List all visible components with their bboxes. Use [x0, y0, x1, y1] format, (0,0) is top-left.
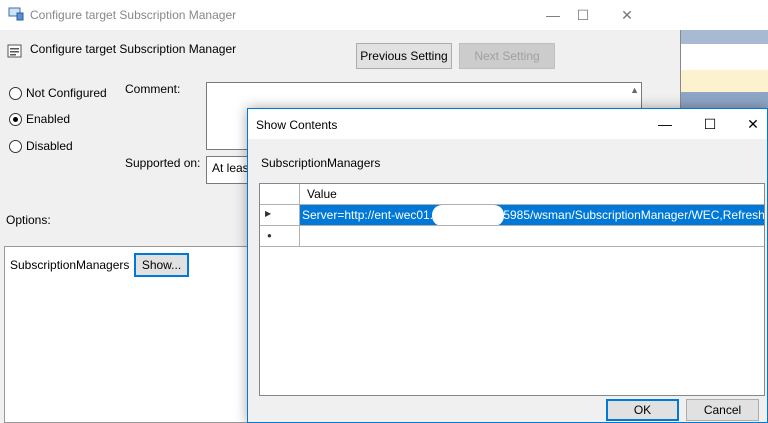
radio-label: Not Configured [26, 86, 107, 100]
setting-icon [7, 44, 22, 58]
current-row-icon: ▶ [265, 209, 272, 218]
cancel-button[interactable]: Cancel [686, 399, 759, 421]
options-label: Options: [6, 213, 51, 227]
scroll-up-icon[interactable]: ▲ [630, 85, 639, 95]
dialog-minimize-button[interactable]: — [642, 109, 688, 139]
table-row[interactable]: ● [260, 226, 764, 247]
option-name: SubscriptionManagers [10, 258, 130, 272]
policy-icon [8, 7, 24, 21]
options-panel: SubscriptionManagers Show... [4, 246, 254, 423]
radio-label: Enabled [26, 112, 71, 126]
radio-circle [9, 87, 22, 100]
close-button[interactable]: ✕ [604, 0, 650, 30]
supported-on-label: Supported on: [125, 156, 201, 170]
dialog-title-bar: Show Contents — ☐ ✕ [248, 109, 767, 139]
corner-header [260, 184, 300, 205]
value-cell[interactable] [300, 226, 764, 247]
row-header: ▶ [260, 205, 300, 226]
new-row-icon: ● [267, 231, 272, 240]
setting-title: Configure target Subscription Manager [30, 42, 237, 56]
dialog-title: Show Contents [256, 118, 338, 132]
radio-selected-dot [13, 117, 18, 122]
maximize-button[interactable]: ☐ [560, 0, 606, 30]
next-setting-button[interactable]: Next Setting [459, 43, 555, 69]
window-title: Configure target Subscription Manager [30, 8, 237, 22]
grid-header-row: Value [260, 184, 764, 205]
table-row[interactable]: ▶ Server=http://ent-wec01.corp:5985/wsma… [260, 205, 764, 226]
previous-setting-button[interactable]: Previous Setting [356, 43, 452, 69]
title-bar: Configure target Subscription Manager — … [0, 0, 681, 30]
radio-circle [9, 113, 22, 126]
radio-label: Disabled [26, 139, 73, 153]
list-label: SubscriptionManagers [261, 156, 381, 170]
value-cell[interactable]: Server=http://ent-wec01.corp:5985/wsman/… [300, 205, 764, 226]
dialog-close-button[interactable]: ✕ [730, 109, 768, 139]
value-text-suffix: :5985/wsman/SubscriptionManager/WEC,Refr… [500, 208, 764, 222]
comment-label: Comment: [125, 82, 181, 96]
show-contents-dialog: Show Contents — ☐ ✕ SubscriptionManagers… [247, 108, 768, 423]
redacted-region [432, 205, 504, 225]
show-button[interactable]: Show... [134, 253, 189, 277]
radio-circle [9, 140, 22, 153]
value-column-header[interactable]: Value [300, 184, 764, 205]
ok-button[interactable]: OK [606, 399, 679, 421]
row-header: ● [260, 226, 300, 247]
values-grid[interactable]: Value ▶ Server=http://ent-wec01.corp:598… [259, 183, 765, 396]
dialog-maximize-button[interactable]: ☐ [687, 109, 733, 139]
